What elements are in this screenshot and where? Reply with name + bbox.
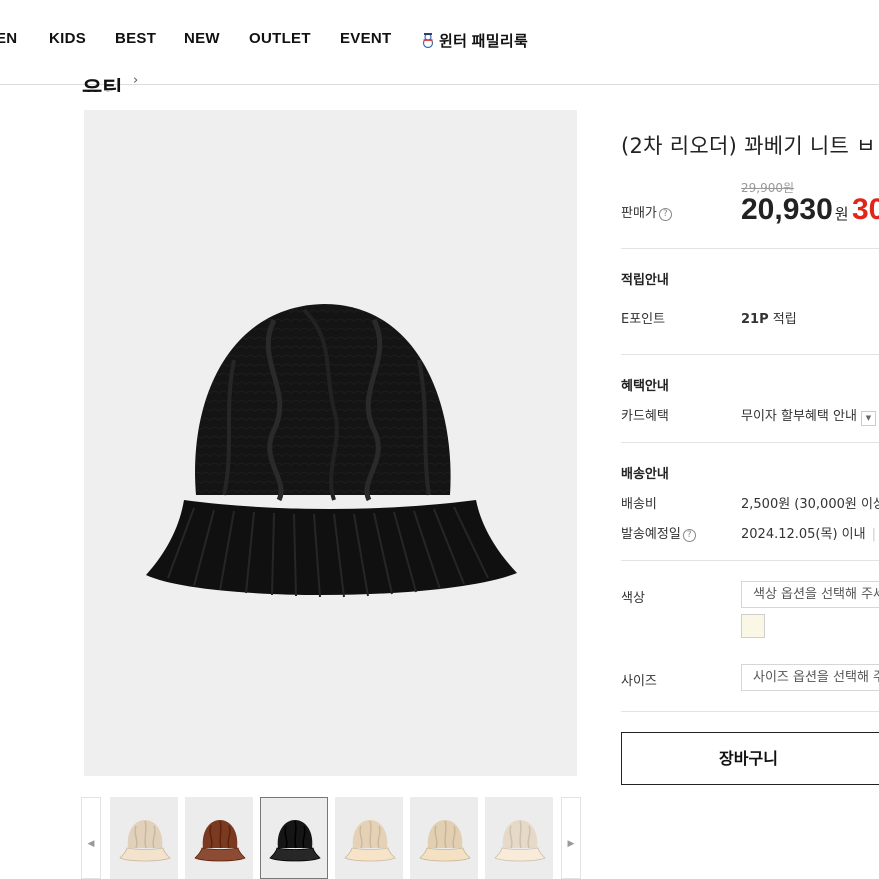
points-section-title: 적립안내 [621, 273, 669, 288]
thumbnail-hat-image [494, 820, 546, 862]
divider [621, 560, 879, 561]
points-value: 21P 적립 [741, 308, 797, 327]
divider [621, 248, 879, 249]
nav-item-outlet[interactable]: OUTLET [249, 30, 311, 47]
divider [621, 354, 879, 355]
thumb-next-button[interactable]: ▶ [561, 797, 581, 879]
thumbnail-hat-image [269, 820, 321, 862]
divider [621, 442, 879, 443]
thumbnail-1[interactable] [110, 797, 178, 879]
thumbnail-6[interactable] [485, 797, 553, 879]
card-benefit-value[interactable]: 무이자 할부혜택 안내 ▼ [741, 405, 876, 426]
ship-date-text: 2024.12.05(목) 이내 [741, 527, 866, 542]
divider [621, 711, 879, 712]
thumbnail-hat-image [194, 820, 246, 862]
points-amount: 21P [741, 312, 769, 327]
thumbnail-4[interactable] [335, 797, 403, 879]
bucket-hat-image [146, 304, 517, 598]
nav-item-en[interactable]: EN [0, 30, 17, 47]
ship-date-label-text: 발송예정일 [621, 527, 681, 542]
nav-item-kids[interactable]: KIDS [49, 30, 86, 47]
product-title: (2차 리오더) 꽈베기 니트 ㅂ [621, 134, 876, 158]
add-to-cart-button[interactable]: 장바구니 [621, 732, 879, 785]
ship-date-label: 발송예정일? [621, 523, 696, 542]
thumbnail-3-selected[interactable] [260, 797, 328, 879]
nav-item-best[interactable]: BEST [115, 30, 156, 47]
nav-item-winter-label: 윈터 패밀리룩 [439, 33, 529, 50]
thumbnail-2[interactable] [185, 797, 253, 879]
product-main-image[interactable] [84, 110, 577, 776]
thumbnail-hat-image [344, 820, 396, 862]
thumbnail-5[interactable] [410, 797, 478, 879]
nav-item-new[interactable]: NEW [184, 30, 220, 47]
sale-price-value: 20,930 [741, 193, 833, 226]
breadcrumb[interactable]: 유틴 [82, 72, 122, 92]
points-label: E포인트 [621, 312, 666, 327]
chevron-right-icon: › [133, 73, 139, 88]
shipping-fee-label: 배송비 [621, 497, 657, 512]
color-select[interactable]: 색상 옵션을 선택해 주세 [741, 581, 879, 608]
thumbnail-hat-image [119, 820, 171, 862]
shipping-fee-value: 2,500원 (30,000원 이상 구 [741, 497, 879, 512]
chevron-down-icon[interactable]: ▼ [860, 411, 876, 426]
help-icon[interactable]: ? [682, 529, 696, 542]
ship-date-value: 2024.12.05(목) 이내|평 [741, 523, 879, 542]
benefits-section-title: 혜택안내 [621, 379, 669, 394]
card-benefit-text: 무이자 할부혜택 안내 [741, 409, 857, 424]
thumbnail-hat-image [419, 820, 471, 862]
color-option-label: 색상 [621, 591, 645, 606]
top-nav: EN KIDS BEST NEW OUTLET EVENT 윈터 패밀리룩 [0, 0, 879, 85]
help-icon[interactable]: ? [658, 208, 672, 221]
price-label-text: 판매가 [621, 206, 657, 221]
points-suffix: 적립 [772, 312, 797, 327]
separator: | [871, 527, 876, 542]
discount-rate: 30 [852, 193, 879, 226]
price-unit: 원 [834, 205, 849, 223]
color-swatch[interactable] [741, 614, 765, 638]
sale-price: 20,930 원 [741, 193, 849, 227]
price-label: 판매가? [621, 202, 672, 221]
nav-item-event[interactable]: EVENT [340, 30, 392, 47]
size-option-label: 사이즈 [621, 674, 657, 689]
size-select[interactable]: 사이즈 옵션을 선택해 주 [741, 664, 879, 691]
shipping-section-title: 배송안내 [621, 467, 669, 482]
thumb-prev-button[interactable]: ◀ [81, 797, 101, 879]
nav-item-winter-family-look[interactable]: 윈터 패밀리룩 [421, 30, 528, 52]
snowman-icon [421, 32, 435, 52]
card-benefit-label: 카드혜택 [621, 409, 669, 424]
